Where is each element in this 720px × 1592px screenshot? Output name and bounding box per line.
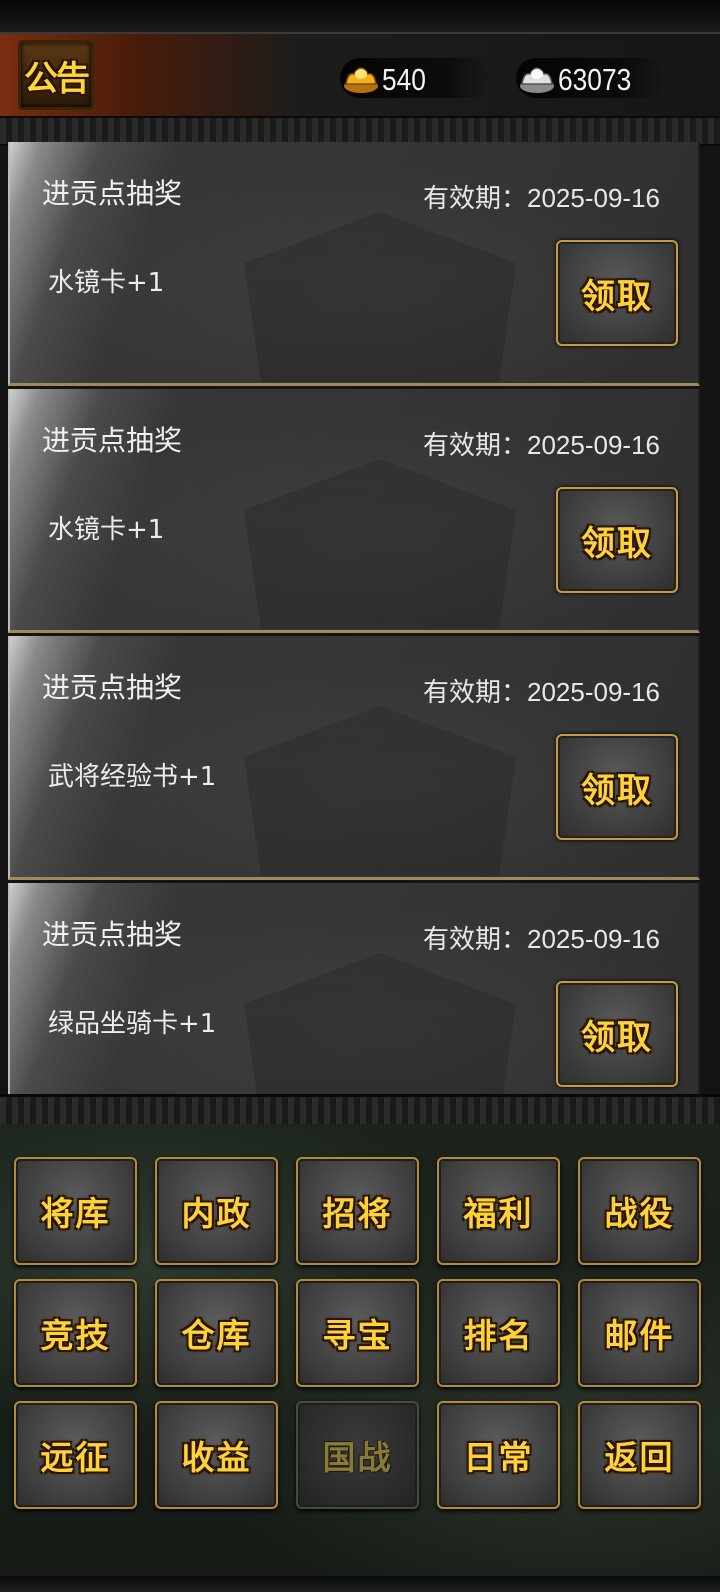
menu-button-label: 寻宝: [322, 1316, 393, 1355]
card-expiry: 有效期：2025-09-16: [423, 924, 660, 954]
card-expiry: 有效期：2025-09-16: [423, 183, 660, 213]
menu-button-warehouse[interactable]: 仓库: [155, 1279, 278, 1387]
announcement-card: 进贡点抽奖 有效期：2025-09-16 绿品坐骑卡+1 领取: [8, 883, 700, 1094]
menu-button-campaign[interactable]: 战役: [578, 1157, 701, 1265]
claim-button[interactable]: 领取: [556, 981, 678, 1087]
claim-button[interactable]: 领取: [556, 487, 678, 593]
menu-button-label: 仓库: [181, 1316, 252, 1355]
announcement-card: 进贡点抽奖 有效期：2025-09-16 水镜卡+1 领取: [8, 142, 700, 386]
menu-button-label: 邮件: [604, 1316, 675, 1355]
card-title: 进贡点抽奖: [42, 918, 183, 951]
menu-button-ranking[interactable]: 排名: [437, 1279, 560, 1387]
gold-currency: 540: [340, 58, 490, 98]
top-edge-strip: [0, 0, 720, 34]
menu-button-national-war[interactable]: 国战: [296, 1401, 419, 1509]
card-reward: 水镜卡+1: [48, 515, 165, 545]
menu-button-label: 远征: [40, 1438, 111, 1477]
menu-button-generals[interactable]: 将库: [14, 1157, 137, 1265]
palace-background: [244, 212, 516, 382]
announcement-card: 进贡点抽奖 有效期：2025-09-16 水镜卡+1 领取: [8, 389, 700, 633]
menu-button-label: 将库: [40, 1194, 111, 1233]
palace-background: [244, 953, 516, 1094]
card-title: 进贡点抽奖: [42, 424, 183, 457]
menu-button-recruit[interactable]: 招将: [296, 1157, 419, 1265]
gold-amount: 540: [382, 62, 426, 97]
menu-button-expedition[interactable]: 远征: [14, 1401, 137, 1509]
menu-button-label: 日常: [463, 1438, 534, 1477]
card-title: 进贡点抽奖: [42, 177, 183, 210]
menu-button-label: 内政: [181, 1194, 252, 1233]
silver-amount: 63073: [558, 62, 632, 97]
menu-button-arena[interactable]: 竞技: [14, 1279, 137, 1387]
menu-button-label: 战役: [604, 1194, 675, 1233]
menu-button-label: 招将: [322, 1194, 393, 1233]
card-reward: 水镜卡+1: [48, 268, 165, 298]
menu-button-treasure-hunt[interactable]: 寻宝: [296, 1279, 419, 1387]
card-reward: 武将经验书+1: [48, 762, 217, 792]
menu-button-label: 福利: [463, 1194, 534, 1233]
main-menu: 将库 内政 招将 福利 战役 竞技 仓库 寻宝 排名 邮件 远征 收益 国战 日…: [0, 1124, 720, 1576]
announcement-card: 进贡点抽奖 有效期：2025-09-16 武将经验书+1 领取: [8, 636, 700, 880]
card-title: 进贡点抽奖: [42, 671, 183, 704]
menu-button-daily[interactable]: 日常: [437, 1401, 560, 1509]
menu-button-internal-affairs[interactable]: 内政: [155, 1157, 278, 1265]
menu-button-label: 返回: [604, 1438, 675, 1477]
claim-button-label: 领取: [581, 770, 653, 811]
silver-ingot-icon: [520, 67, 554, 93]
announcement-logo: 公告: [18, 40, 94, 110]
card-reward: 绿品坐骑卡+1: [48, 1009, 217, 1039]
claim-button[interactable]: 领取: [556, 240, 678, 346]
claim-button-label: 领取: [581, 276, 653, 317]
announcement-list[interactable]: 进贡点抽奖 有效期：2025-09-16 水镜卡+1 领取 进贡点抽奖 有效期：…: [8, 142, 700, 1094]
claim-button-label: 领取: [581, 1017, 653, 1058]
palace-background: [244, 459, 516, 629]
menu-button-income[interactable]: 收益: [155, 1401, 278, 1509]
menu-button-mail[interactable]: 邮件: [578, 1279, 701, 1387]
silver-currency: 63073: [516, 58, 666, 98]
palace-background: [244, 706, 516, 876]
claim-button[interactable]: 领取: [556, 734, 678, 840]
menu-button-label: 收益: [181, 1438, 252, 1477]
menu-button-label: 竞技: [40, 1316, 111, 1355]
menu-button-welfare[interactable]: 福利: [437, 1157, 560, 1265]
card-expiry: 有效期：2025-09-16: [423, 677, 660, 707]
bottom-edge-strip: [0, 1576, 720, 1592]
menu-button-back[interactable]: 返回: [578, 1401, 701, 1509]
announcement-title: 公告: [24, 59, 90, 99]
gold-ingot-icon: [344, 67, 378, 93]
claim-button-label: 领取: [581, 523, 653, 564]
menu-button-label: 排名: [463, 1316, 534, 1355]
menu-button-label: 国战: [322, 1438, 393, 1477]
card-expiry: 有效期：2025-09-16: [423, 430, 660, 460]
